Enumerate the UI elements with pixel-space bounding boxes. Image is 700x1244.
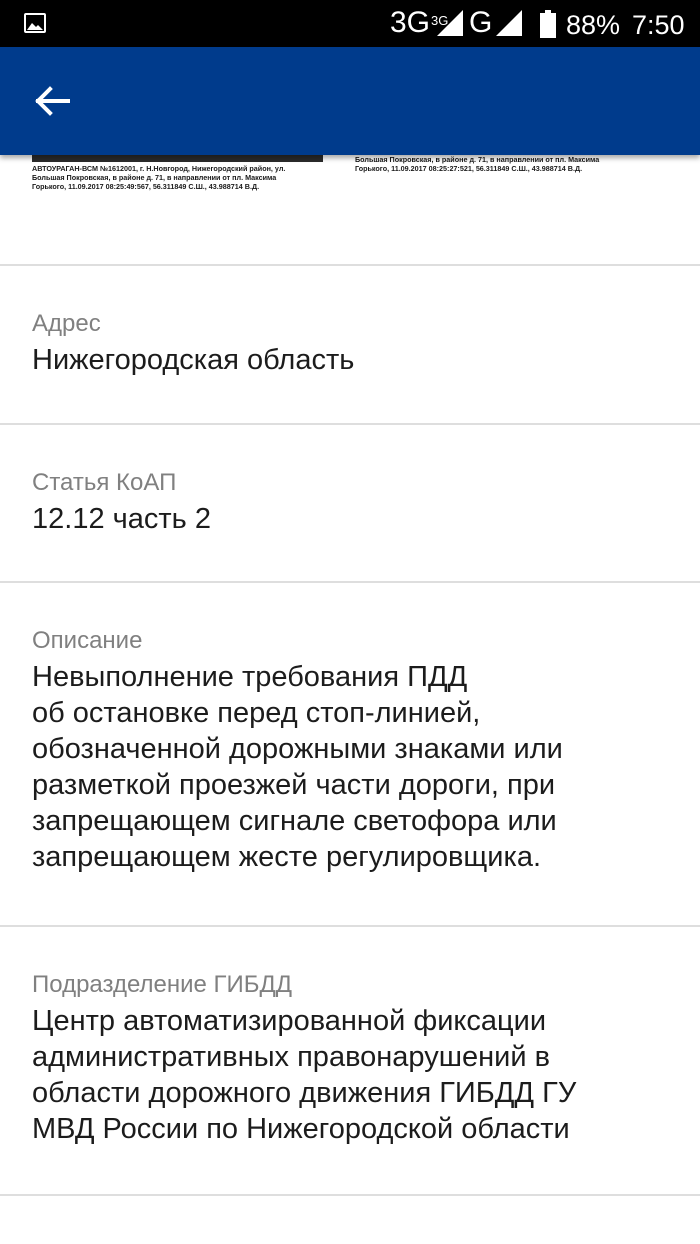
clock: 7:50 — [632, 10, 685, 40]
description-label: Описание — [32, 627, 143, 654]
network-type-2: G — [469, 6, 493, 39]
description-field: Описание Невыполнение требования ПДД об … — [32, 626, 672, 875]
department-value: Центр автоматизированной фиксации админи… — [32, 1005, 577, 1145]
address-field: Адрес Нижегородская область — [32, 309, 672, 378]
battery-icon — [540, 10, 556, 38]
status-bar: 3G3G G 88% 7:50 — [0, 0, 700, 47]
violation-photo-1[interactable] — [32, 155, 323, 162]
divider — [0, 925, 700, 927]
article-field: Статья КоАП 12.12 часть 2 — [32, 468, 672, 537]
department-label: Подразделение ГИБДД — [32, 971, 293, 998]
photo-1-caption: АВТОУРАГАН-ВСМ №1612001, г. Н.Новгород, … — [32, 164, 286, 191]
app-bar — [0, 47, 700, 155]
article-label: Статья КоАП — [32, 469, 177, 496]
address-value: Нижегородская область — [32, 344, 355, 376]
battery-percent: 88% — [566, 10, 621, 40]
address-label: Адрес — [32, 310, 101, 337]
gallery-notification-icon — [24, 13, 46, 33]
signal-strength-icon — [437, 10, 463, 36]
department-field: Подразделение ГИБДД Центр автоматизирова… — [32, 970, 672, 1147]
description-value: Невыполнение требования ПДД об остановке… — [32, 661, 563, 873]
divider — [0, 423, 700, 425]
violation-photos[interactable]: АВТОУРАГАН-ВСМ №1612001, г. Н.Новгород, … — [0, 155, 700, 265]
article-value: 12.12 часть 2 — [32, 503, 211, 535]
back-button[interactable] — [32, 83, 76, 119]
divider — [0, 581, 700, 583]
divider — [0, 264, 700, 266]
arrow-back-icon — [35, 86, 70, 116]
divider — [0, 1194, 700, 1196]
signal-strength-2-icon — [496, 10, 522, 36]
photo-2-caption: Большая Покровская, в районе д. 71, в на… — [355, 155, 600, 173]
